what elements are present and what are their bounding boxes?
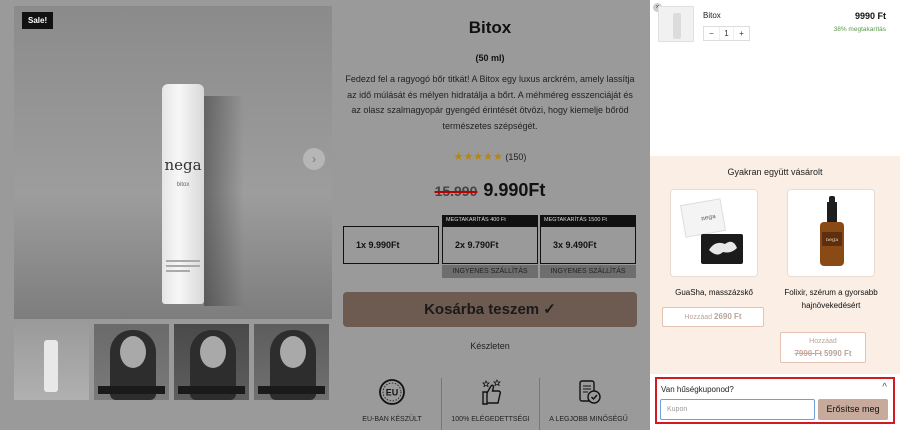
thumbnail-caption	[258, 386, 325, 394]
cart-line-item: × Bitox 9990 Ft 38% megtakarítás − 1 +	[650, 0, 900, 52]
cart-item-image	[658, 6, 694, 42]
folixir-image: nega	[788, 190, 874, 276]
free-shipping-label: INGYENES SZÁLLÍTÁS	[540, 265, 636, 278]
product-page: Sale! nega bitox › Bitox (50 ml) Fedezd …	[0, 0, 650, 430]
cart-item-price: 9990 Ft	[854, 11, 886, 21]
quantity-value[interactable]: 1	[719, 27, 734, 40]
thumbnail-bottle	[44, 340, 58, 392]
fbt-add-button-guasha[interactable]: Hozzáad 2690 Ft	[662, 307, 764, 327]
stock-status: Készleten	[470, 341, 510, 351]
quantity-plus-button[interactable]: +	[734, 27, 749, 40]
offer-savings-tag: MEGTAKARÍTÁS 1500 Ft	[540, 215, 636, 226]
eu-badge-icon: EU	[379, 379, 405, 405]
fbt-price: 5990 Ft	[823, 349, 852, 358]
product-bottle: nega bitox	[162, 84, 204, 304]
fbt-product-image-guasha[interactable]: nega	[670, 189, 758, 277]
thumbs-up-icon	[481, 379, 501, 405]
offer-option-3x[interactable]: 3x 9.490Ft	[540, 226, 636, 264]
sale-price: 9.990Ft	[483, 180, 546, 200]
coupon-title[interactable]: Van hűségkuponod?	[661, 385, 734, 394]
bottle-fine-print	[166, 260, 200, 272]
quantity-offers: MEGTAKARÍTÁS 400 Ft MEGTAKARÍTÁS 1500 Ft…	[343, 214, 637, 280]
trust-badge-label: EU-BAN KÉSZÜLT	[362, 416, 422, 423]
offer-savings-tag: MEGTAKARÍTÁS 400 Ft	[442, 215, 538, 226]
fbt-add-button-folixir[interactable]: Hozzáad 7990 Ft 5990 Ft	[780, 332, 866, 363]
offer-option-1x[interactable]: 1x 9.990Ft	[343, 226, 439, 264]
fbt-price: 2690 Ft	[714, 312, 742, 321]
cart-item-bottle	[673, 13, 681, 39]
thumbnail-caption	[98, 386, 165, 394]
thumbnail-1[interactable]	[14, 324, 89, 400]
fbt-product-image-folixir[interactable]: nega	[787, 189, 875, 277]
product-title: Bitox	[468, 18, 512, 37]
trust-badge-label: 100% ELÉGEDETTSÉGI	[451, 416, 530, 423]
old-price: 15.990	[434, 183, 478, 199]
rating-stars-icon: ★★★★★	[453, 151, 503, 163]
sale-badge: Sale!	[22, 12, 54, 29]
free-shipping-label: INGYENES SZÁLLÍTÁS	[442, 265, 538, 278]
thumbnail-2[interactable]	[94, 324, 169, 400]
bottle-shadow	[204, 96, 244, 306]
offer-option-2x[interactable]: 2x 9.790Ft	[442, 226, 538, 264]
trust-badge-satisfaction: 100% ELÉGEDETTSÉGI	[441, 378, 539, 430]
coupon-input[interactable]	[660, 399, 815, 420]
svg-text:EU: EU	[386, 388, 399, 398]
quantity-stepper: − 1 +	[703, 26, 750, 41]
fbt-product-name: GuaSha, masszázskő	[675, 288, 753, 297]
guasha-image: nega	[671, 190, 757, 276]
thumbnail-model-face	[200, 336, 226, 368]
bottle-sub-text: bitox	[176, 182, 190, 188]
quantity-minus-button[interactable]: −	[704, 27, 719, 40]
fbt-title: Gyakran együtt vásárolt	[727, 167, 823, 177]
cart-item-saving: 38% megtakarítás	[833, 26, 886, 33]
trust-badges: EU EU-BAN KÉSZÜLT 100% ELÉGEDETTSÉGI A L…	[343, 378, 637, 430]
coupon-confirm-button[interactable]: Erősítse meg	[818, 399, 888, 420]
thumbnail-caption	[178, 386, 245, 394]
fbt-product-name: Folixir, szérum a gyorsabb hajnövekedésé…	[784, 288, 878, 310]
quality-badge-icon	[578, 380, 601, 404]
rating-count: (150)	[505, 152, 527, 162]
thumbnail-model-face	[280, 336, 306, 368]
coupon-panel: Van hűségkuponod? ^ Erősítse meg	[655, 377, 895, 424]
thumbnail-model-face	[120, 336, 146, 368]
fbt-old-price: 7990 Ft	[794, 349, 823, 358]
cart-drawer: × Bitox 9990 Ft 38% megtakarítás − 1 + G…	[650, 0, 900, 430]
product-volume: (50 ml)	[475, 53, 505, 63]
thumbnail-4[interactable]	[254, 324, 329, 400]
bottle-brand-text: nega	[164, 156, 202, 174]
add-to-cart-button[interactable]: Kosárba teszem ✓	[343, 292, 637, 327]
gallery-next-arrow-icon[interactable]: ›	[303, 148, 325, 170]
cart-item-name: Bitox	[703, 11, 721, 20]
trust-badge-label: A LEGJOBB MINŐSÉGŰ	[549, 416, 628, 423]
thumbnail-3[interactable]	[174, 324, 249, 400]
trust-badge-quality: A LEGJOBB MINŐSÉGŰ	[539, 378, 637, 430]
main-product-image[interactable]: Sale! nega bitox ›	[14, 6, 332, 319]
frequently-bought-together: Gyakran együtt vásárolt nega nega GuaSha…	[650, 156, 900, 374]
product-description: Fedezd fel a ragyogó bőr titkát! A Bitox…	[345, 74, 635, 131]
trust-badge-eu: EU EU-BAN KÉSZÜLT	[343, 378, 441, 430]
fbt-add-label: Hozzáad	[809, 338, 837, 345]
product-rating[interactable]: ★★★★★ (150)	[343, 150, 637, 163]
svg-text:nega: nega	[826, 237, 838, 243]
chevron-up-icon[interactable]: ^	[882, 382, 887, 393]
fbt-add-label: Hozzáad	[684, 314, 713, 321]
gallery-thumbnails	[14, 324, 332, 400]
price-row: 15.990 9.990Ft	[343, 180, 637, 201]
